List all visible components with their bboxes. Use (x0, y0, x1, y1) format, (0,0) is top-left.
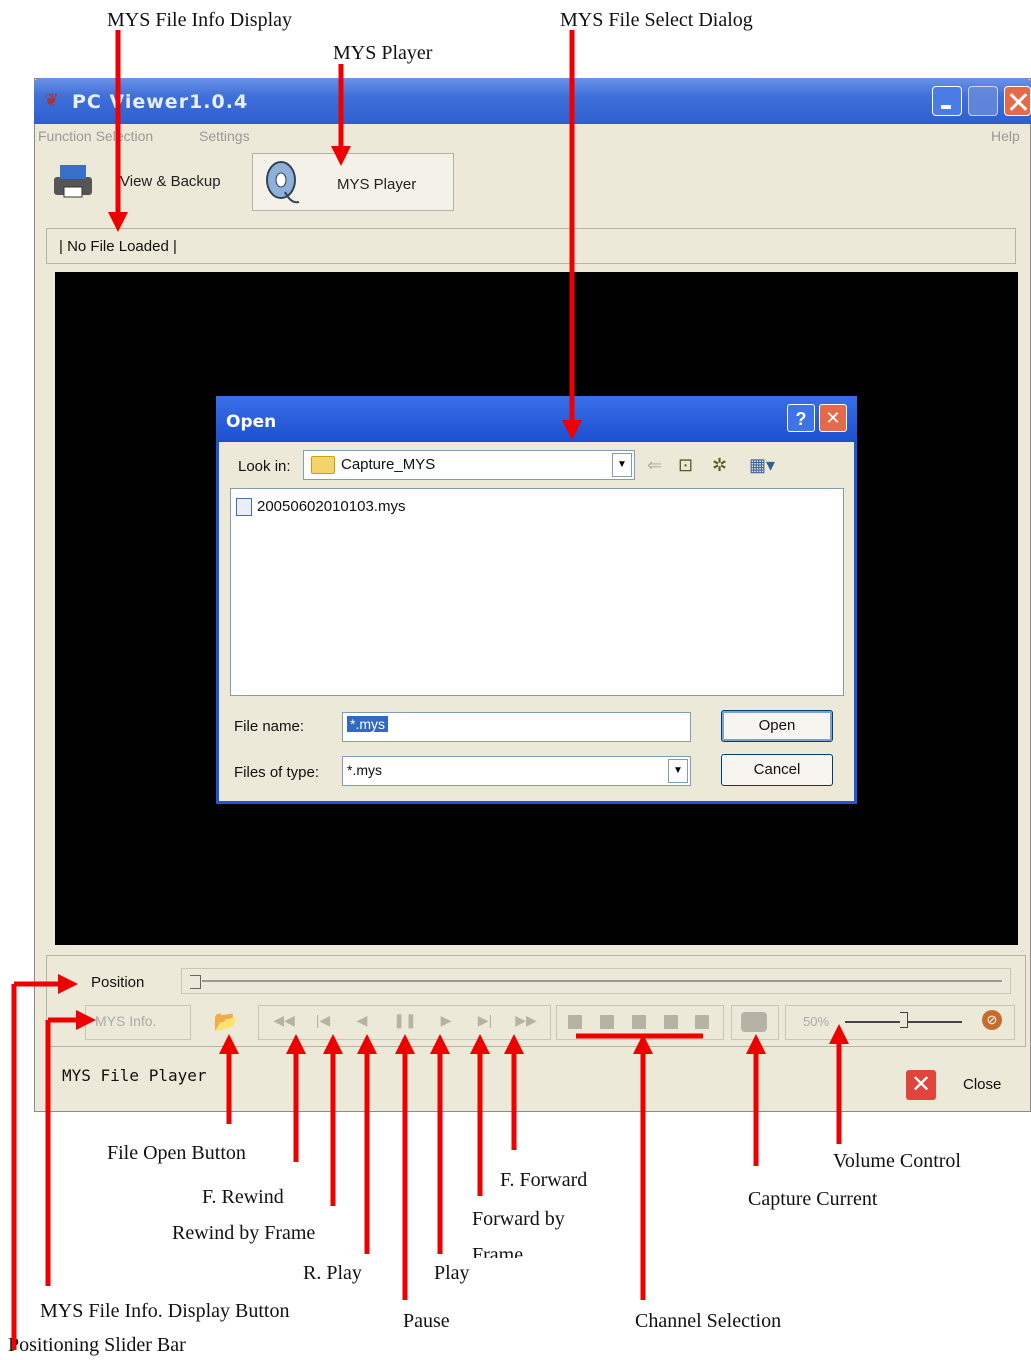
annotation-arrows (11, 30, 849, 1350)
